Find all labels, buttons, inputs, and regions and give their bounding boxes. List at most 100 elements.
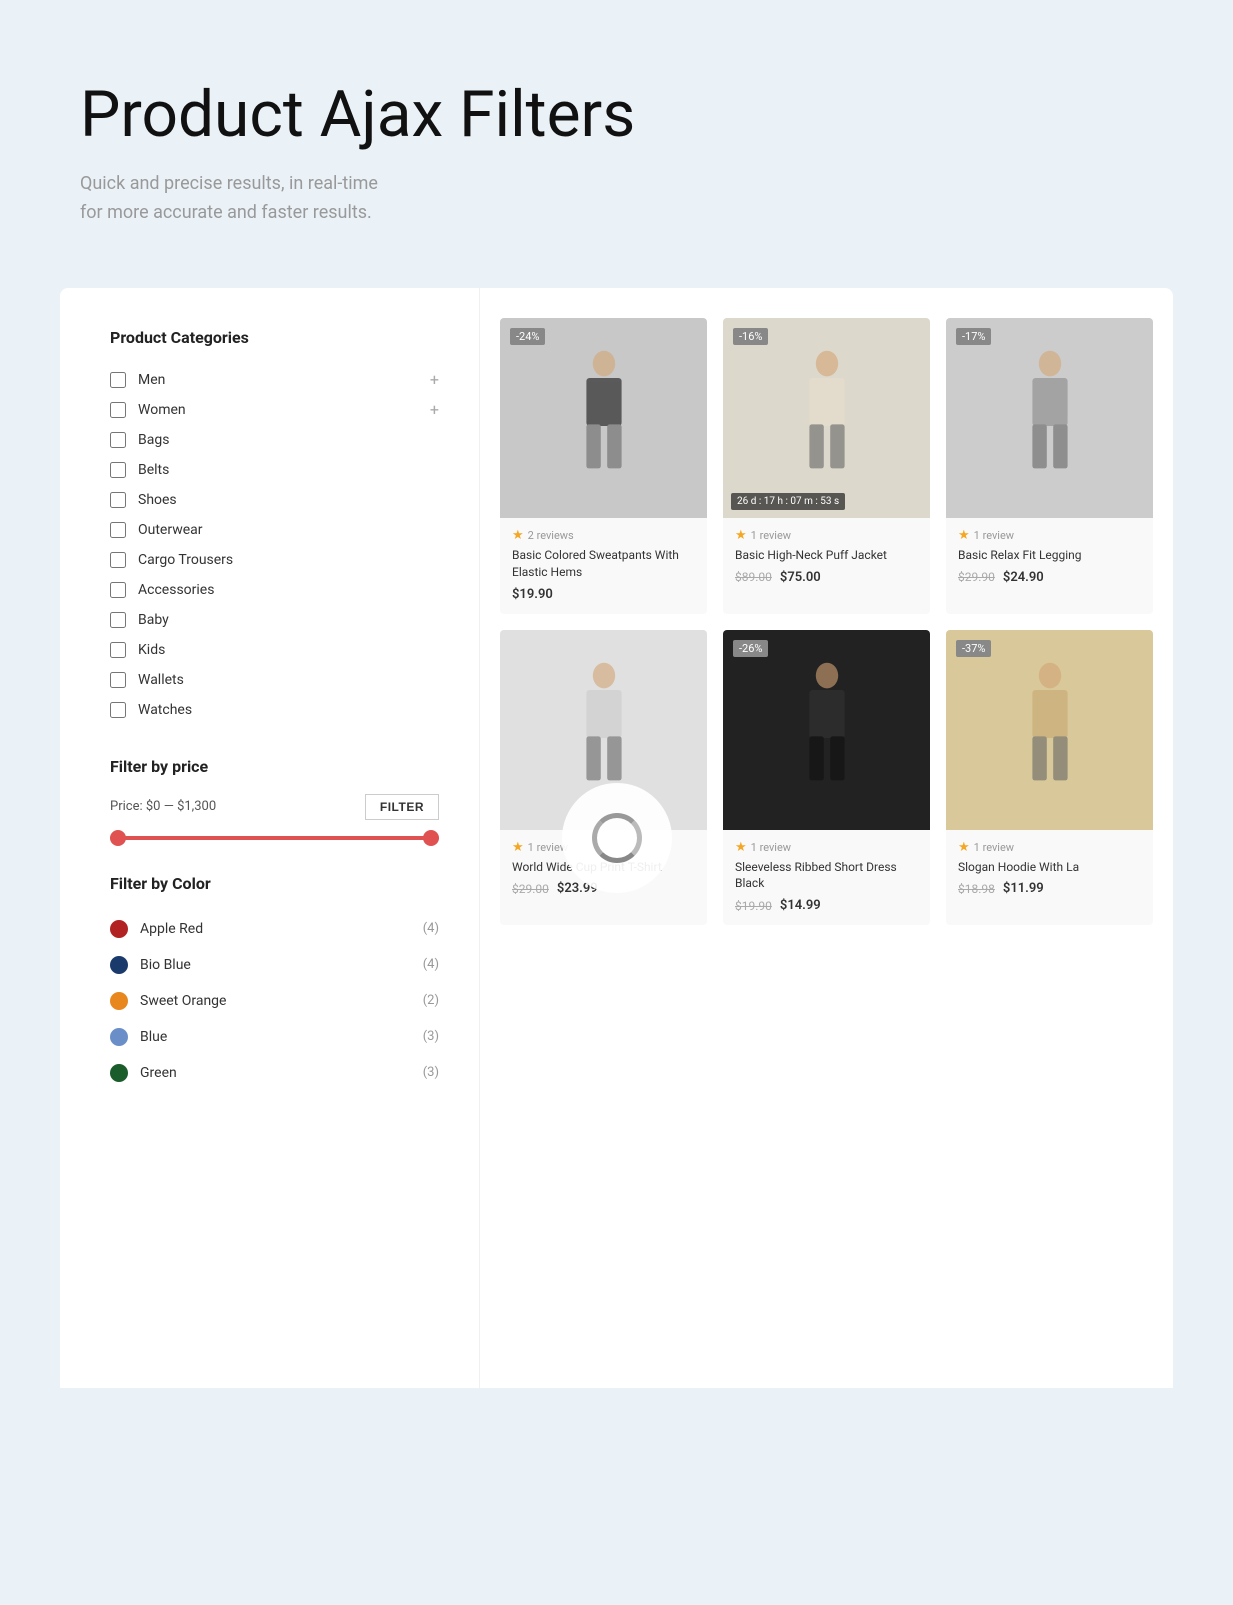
product-info-1: ★2 reviewsBasic Colored Sweatpants With …	[500, 518, 707, 614]
review-count-3: 1 review	[974, 529, 1014, 542]
category-item-women: Women+	[110, 395, 439, 425]
price-new-3: $24.90	[1003, 570, 1044, 585]
category-label-shoes: Shoes	[138, 492, 439, 508]
price-new-6: $11.99	[1003, 881, 1044, 896]
category-item-belts: Belts	[110, 455, 439, 485]
color-item-green[interactable]: Green(3)	[110, 1055, 439, 1091]
price-display: Price: $0 — $1,300 FILTER	[110, 794, 439, 820]
checkbox-watches[interactable]	[110, 702, 126, 718]
checkbox-men[interactable]	[110, 372, 126, 388]
color-label-apple-red: Apple Red	[140, 921, 423, 937]
product-price-2: $89.00$75.00	[735, 570, 918, 585]
discount-badge-5: -26%	[733, 640, 768, 657]
category-item-baby: Baby	[110, 605, 439, 635]
product-image-3: -17%	[946, 318, 1153, 518]
expand-icon-men[interactable]: +	[430, 370, 439, 389]
star-icon-3: ★	[958, 528, 970, 543]
review-count-5: 1 review	[751, 841, 791, 854]
product-image-5: -26%	[723, 630, 930, 830]
review-count-2: 1 review	[751, 529, 791, 542]
loading-overlay	[562, 783, 672, 893]
star-icon-4: ★	[512, 840, 524, 855]
product-name-3: Basic Relax Fit Legging	[958, 547, 1141, 564]
slider-fill	[110, 836, 439, 840]
slider-thumb-right[interactable]	[423, 830, 439, 846]
slider-thumb-left[interactable]	[110, 830, 126, 846]
color-item-blue[interactable]: Blue(3)	[110, 1019, 439, 1055]
categories-title: Product Categories	[110, 328, 439, 347]
product-rating-6: ★1 review	[958, 840, 1141, 855]
star-icon-2: ★	[735, 528, 747, 543]
checkbox-women[interactable]	[110, 402, 126, 418]
category-item-accessories: Accessories	[110, 575, 439, 605]
product-info-2: ★1 reviewBasic High-Neck Puff Jacket$89.…	[723, 518, 930, 597]
color-item-sweet-orange[interactable]: Sweet Orange(2)	[110, 983, 439, 1019]
hero-subtitle: Quick and precise results, in real-time …	[80, 170, 1153, 228]
color-filter-section: Filter by Color Apple Red(4)Bio Blue(4)S…	[110, 874, 439, 1091]
checkbox-kids[interactable]	[110, 642, 126, 658]
product-info-5: ★1 reviewSleeveless Ribbed Short Dress B…	[723, 830, 930, 926]
product-price-6: $18.98 $11.99	[958, 881, 1141, 896]
product-rating-5: ★1 review	[735, 840, 918, 855]
checkbox-baby[interactable]	[110, 612, 126, 628]
product-card-1[interactable]: -24%★2 reviewsBasic Colored Sweatpants W…	[500, 318, 707, 614]
category-label-men: Men	[138, 372, 439, 388]
product-image-2: -16%26 d : 17 h : 07 m : 53 s	[723, 318, 930, 518]
price-old-4: $29.00	[512, 882, 549, 896]
spinner	[592, 813, 642, 863]
checkbox-bags[interactable]	[110, 432, 126, 448]
color-swatch-apple-red	[110, 920, 128, 938]
product-price-1: $19.90	[512, 587, 695, 602]
category-label-cargo-trousers: Cargo Trousers	[138, 552, 439, 568]
color-label-green: Green	[140, 1065, 423, 1081]
main-panel: Product Categories Men+Women+BagsBeltsSh…	[60, 288, 1173, 1388]
color-count-sweet-orange: (2)	[423, 993, 439, 1008]
sidebar: Product Categories Men+Women+BagsBeltsSh…	[60, 288, 480, 1388]
product-price-5: $19.90$14.99	[735, 898, 918, 913]
hero-section: Product Ajax Filters Quick and precise r…	[0, 0, 1233, 288]
checkbox-accessories[interactable]	[110, 582, 126, 598]
color-swatch-green	[110, 1064, 128, 1082]
color-swatch-sweet-orange	[110, 992, 128, 1010]
price-slider[interactable]	[110, 836, 439, 842]
discount-badge-2: -16%	[733, 328, 768, 345]
product-card-5[interactable]: -26% ★1 reviewSleeveless Ribbed Short Dre…	[723, 630, 930, 926]
product-info-3: ★ 1 review Basic Relax Fit Legging $29.90 $2…	[946, 518, 1153, 597]
product-info-6: ★1 review Slogan Hoodie With La $18.98 $11.…	[946, 830, 1153, 909]
checkbox-cargo-trousers[interactable]	[110, 552, 126, 568]
category-label-belts: Belts	[138, 462, 439, 478]
category-item-kids: Kids	[110, 635, 439, 665]
color-item-apple-red[interactable]: Apple Red(4)	[110, 911, 439, 947]
product-name-6: Slogan Hoodie With La	[958, 859, 1141, 876]
color-swatch-blue	[110, 1028, 128, 1046]
checkbox-wallets[interactable]	[110, 672, 126, 688]
category-label-bags: Bags	[138, 432, 439, 448]
product-card-2[interactable]: -16%26 d : 17 h : 07 m : 53 s★1 reviewBa…	[723, 318, 930, 614]
product-card-6[interactable]: -37%★1 reviewSlogan Hoodie With La$18.98…	[946, 630, 1153, 926]
price-old-6: $18.98	[958, 882, 995, 896]
category-item-cargo-trousers: Cargo Trousers	[110, 545, 439, 575]
product-card-3[interactable]: -17% ★ 1 review Basic Relax Fit Legging $29.…	[946, 318, 1153, 614]
product-name-1: Basic Colored Sweatpants With Elastic He…	[512, 547, 695, 581]
checkbox-shoes[interactable]	[110, 492, 126, 508]
color-label-sweet-orange: Sweet Orange	[140, 993, 423, 1009]
price-new-1: $19.90	[512, 587, 553, 602]
category-item-watches: Watches	[110, 695, 439, 725]
star-icon-1: ★	[512, 528, 524, 543]
category-label-women: Women	[138, 402, 439, 418]
expand-icon-women[interactable]: +	[430, 400, 439, 419]
product-image-1: -24%	[500, 318, 707, 518]
category-item-bags: Bags	[110, 425, 439, 455]
price-old-3: $29.90	[958, 570, 995, 584]
category-list: Men+Women+BagsBeltsShoesOuterwearCargo T…	[110, 365, 439, 725]
price-new-2: $75.00	[780, 570, 821, 585]
product-rating-2: ★ 1 review	[735, 528, 918, 543]
price-filter-button[interactable]: FILTER	[365, 794, 439, 820]
color-count-blue: (3)	[423, 1029, 439, 1044]
color-list: Apple Red(4)Bio Blue(4)Sweet Orange(2)Bl…	[110, 911, 439, 1091]
review-count-6: 1 review	[974, 841, 1014, 854]
color-item-bio-blue[interactable]: Bio Blue(4)	[110, 947, 439, 983]
checkbox-belts[interactable]	[110, 462, 126, 478]
checkbox-outerwear[interactable]	[110, 522, 126, 538]
price-filter-title: Filter by price	[110, 757, 439, 776]
